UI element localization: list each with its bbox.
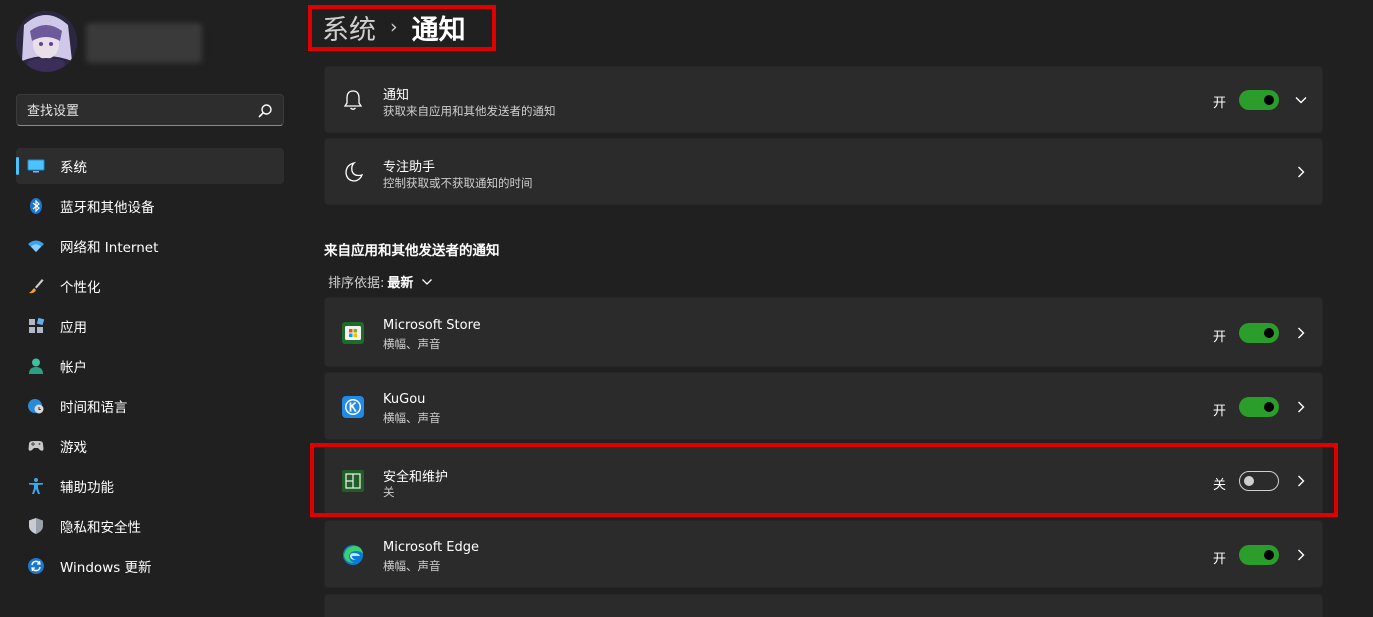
app-subtitle: 横幅、声音 xyxy=(383,559,441,573)
bell-icon xyxy=(343,90,363,110)
notifications-toggle[interactable] xyxy=(1239,90,1279,110)
wifi-icon xyxy=(28,240,44,252)
sidebar-item-time-language[interactable]: 时间和语言 xyxy=(16,388,284,424)
app-card-security-maintenance[interactable]: 安全和维护 关 关 xyxy=(324,446,1323,514)
chevron-right-icon[interactable] xyxy=(1294,165,1308,179)
sidebar-item-label: Windows 更新 xyxy=(60,560,152,576)
sidebar-item-personalization[interactable]: 个性化 xyxy=(16,268,284,304)
sort-dropdown[interactable]: 排序依据: 最新 xyxy=(328,272,433,291)
update-icon xyxy=(28,558,44,574)
app-card-microsoft-edge[interactable]: Microsoft Edge 横幅、声音 开 xyxy=(324,520,1323,588)
chevron-down-icon xyxy=(422,278,433,285)
breadcrumb: 系统 › 通知 xyxy=(309,5,479,49)
notifications-card[interactable]: 通知 获取来自应用和其他发送者的通知 开 xyxy=(324,66,1323,133)
toggle-state-label: 开 xyxy=(1212,96,1226,111)
sidebar-item-label: 系统 xyxy=(60,160,87,176)
page-title: 通知 xyxy=(411,14,466,46)
app-toggle[interactable] xyxy=(1239,397,1279,417)
toggle-state-label: 开 xyxy=(1212,404,1226,419)
sidebar-item-windows-update[interactable]: Windows 更新 xyxy=(16,548,284,584)
card-subtitle: 控制获取或不获取通知的时间 xyxy=(383,176,533,190)
sidebar-item-accessibility[interactable]: 辅助功能 xyxy=(16,468,284,504)
sidebar: 系统 蓝牙和其他设备 网络和 Internet 个性化 xyxy=(0,0,300,617)
app-toggle[interactable] xyxy=(1239,323,1279,343)
brush-icon xyxy=(29,279,44,294)
person-icon xyxy=(29,358,43,374)
sidebar-item-apps[interactable]: 应用 xyxy=(16,308,284,344)
chevron-right-icon[interactable] xyxy=(1294,548,1308,562)
sidebar-item-label: 蓝牙和其他设备 xyxy=(60,200,155,216)
sidebar-item-system[interactable]: 系统 xyxy=(16,148,284,184)
chevron-right-icon[interactable] xyxy=(1294,326,1308,340)
chevron-right-icon[interactable] xyxy=(1294,474,1308,488)
breadcrumb-parent[interactable]: 系统 xyxy=(322,8,376,47)
apps-icon xyxy=(29,317,45,333)
sidebar-item-label: 帐户 xyxy=(60,360,87,376)
sidebar-item-gaming[interactable]: 游戏 xyxy=(16,428,284,464)
sort-value: 最新 xyxy=(387,276,414,291)
app-title: Microsoft Edge xyxy=(383,540,480,555)
username-redacted xyxy=(86,23,202,63)
sidebar-item-privacy[interactable]: 隐私和安全性 xyxy=(16,508,284,544)
chevron-right-icon[interactable] xyxy=(1294,400,1308,414)
app-title: Microsoft Store xyxy=(383,318,481,333)
globe-clock-icon xyxy=(28,399,44,414)
avatar[interactable] xyxy=(16,11,77,72)
display-icon xyxy=(27,159,45,173)
store-icon xyxy=(342,322,364,344)
sidebar-item-label: 时间和语言 xyxy=(60,400,128,416)
toggle-state-label: 开 xyxy=(1212,330,1226,345)
app-title: KuGou xyxy=(383,392,426,407)
app-subtitle: 横幅、声音 xyxy=(383,411,441,425)
card-title: 通知 xyxy=(383,88,410,103)
section-title: 来自应用和其他发送者的通知 xyxy=(324,243,500,259)
app-toggle[interactable] xyxy=(1239,471,1279,491)
accessibility-icon xyxy=(29,478,43,494)
sidebar-item-accounts[interactable]: 帐户 xyxy=(16,348,284,384)
breadcrumb-separator: › xyxy=(390,16,398,38)
sidebar-item-label: 隐私和安全性 xyxy=(60,520,141,536)
search-box[interactable] xyxy=(16,94,284,126)
edge-icon xyxy=(343,545,363,565)
app-card-kugou[interactable]: KuGou 横幅、声音 开 xyxy=(324,372,1323,440)
app-subtitle: 横幅、声音 xyxy=(383,337,441,351)
sidebar-item-bluetooth[interactable]: 蓝牙和其他设备 xyxy=(16,188,284,224)
app-toggle[interactable] xyxy=(1239,545,1279,565)
card-subtitle: 获取来自应用和其他发送者的通知 xyxy=(383,104,556,118)
sidebar-item-label: 辅助功能 xyxy=(60,480,114,496)
sidebar-item-label: 个性化 xyxy=(60,280,101,296)
moon-icon xyxy=(345,161,364,182)
sidebar-item-network[interactable]: 网络和 Internet xyxy=(16,228,284,264)
app-subtitle: 关 xyxy=(383,485,395,499)
security-maintenance-icon xyxy=(342,470,364,492)
focus-assist-card[interactable]: 专注助手 控制获取或不获取通知的时间 xyxy=(324,138,1323,205)
chevron-down-icon[interactable] xyxy=(1294,93,1308,107)
search-input[interactable] xyxy=(27,101,247,121)
card-title: 专注助手 xyxy=(383,160,436,175)
sidebar-item-label: 应用 xyxy=(60,320,87,336)
sidebar-item-label: 网络和 Internet xyxy=(60,240,159,256)
nav-list: 系统 蓝牙和其他设备 网络和 Internet 个性化 应用 帐户 时间和语言 … xyxy=(16,148,284,588)
toggle-state-label: 关 xyxy=(1212,478,1226,493)
bluetooth-icon xyxy=(30,198,42,214)
app-card-microsoft-store[interactable]: Microsoft Store 横幅、声音 开 xyxy=(324,297,1323,367)
gamepad-icon xyxy=(28,441,44,451)
app-card-partial[interactable] xyxy=(324,594,1323,617)
toggle-state-label: 开 xyxy=(1212,552,1226,567)
search-icon[interactable] xyxy=(257,103,273,119)
app-title: 安全和维护 xyxy=(383,470,449,485)
sort-label: 排序依据: xyxy=(328,276,385,291)
kugou-icon xyxy=(342,396,364,418)
shield-icon xyxy=(29,518,43,534)
sidebar-item-label: 游戏 xyxy=(60,440,87,456)
